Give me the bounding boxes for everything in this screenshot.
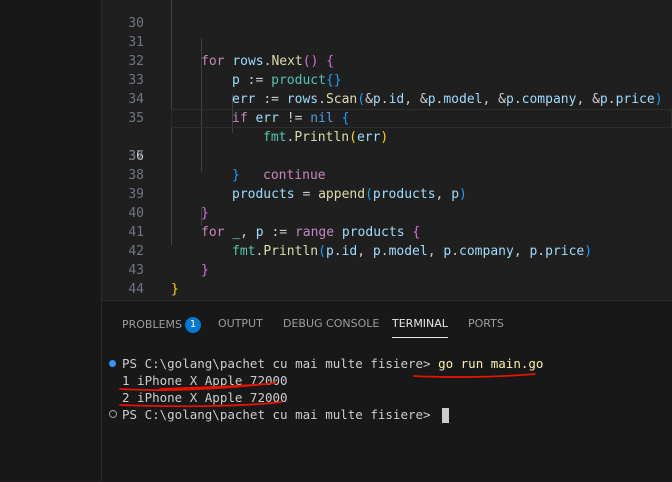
line-number: 44 — [128, 282, 144, 297]
tab-ports[interactable]: PORTS — [468, 317, 504, 330]
terminal-prompt: PS C:\golang\pachet cu mai multe fisiere… — [122, 356, 439, 371]
code-line: 40 for _, p := range products { — [102, 185, 672, 240]
code-line: 39 } — [102, 166, 672, 221]
bottom-panel: PROBLEMS 1 OUTPUT DEBUG CONSOLE TERMINAL … — [102, 300, 672, 482]
terminal-output-line: 1 iPhone X Apple 72000 — [122, 373, 288, 388]
panel-tabs: PROBLEMS 1 OUTPUT DEBUG CONSOLE TERMINAL … — [102, 301, 672, 345]
code-line: 33 err := rows.Scan(&p.id, &p.model, &p.… — [102, 52, 672, 107]
code-line: 41 fmt.Println(p.id, p.model, p.company,… — [102, 204, 672, 259]
terminal-command: go run main.go — [438, 356, 544, 371]
code-line: 31 for rows.Next() { — [102, 14, 672, 69]
current-line-highlight — [171, 109, 672, 128]
tab-output[interactable]: OUTPUT — [218, 317, 263, 330]
code-line: 32 p := product{} — [102, 33, 672, 88]
terminal-output-line: 2 iPhone X Apple 72000 — [122, 390, 288, 405]
terminal-line: PS C:\golang\pachet cu mai multe fisiere… — [122, 406, 450, 423]
sidebar — [0, 0, 102, 481]
code-text: } — [171, 282, 179, 297]
code-line: 30 — [102, 0, 672, 31]
problems-count-badge: 1 — [185, 317, 202, 333]
code-line: 34 if err != nil { — [102, 71, 672, 126]
tab-terminal[interactable]: TERMINAL — [392, 317, 448, 338]
terminal-prompt: PS C:\golang\pachet cu mai multe fisiere… — [122, 407, 439, 422]
command-pending-icon[interactable] — [109, 410, 117, 418]
code-line: 43 } — [102, 242, 672, 297]
tab-problems[interactable]: PROBLEMS 1 — [122, 317, 202, 333]
command-success-icon[interactable] — [109, 360, 116, 367]
code-line: 44 — [102, 261, 672, 297]
tab-debug-console[interactable]: DEBUG CONSOLE — [283, 317, 379, 330]
code-editor[interactable]: 30 31 for rows.Next() { 32 p := product{… — [102, 0, 672, 300]
terminal-cursor — [442, 408, 450, 423]
code-line: 38 products = append(products, p) — [102, 147, 672, 202]
terminal-line: PS C:\golang\pachet cu mai multe fisiere… — [122, 355, 543, 372]
tab-label: PROBLEMS — [122, 318, 183, 331]
code-line: 42 } — [102, 223, 672, 278]
code-line: 37 } — [102, 128, 672, 183]
code-line-current: 36 continue — [102, 109, 672, 183]
code-line: 35 fmt.Println(err) — [102, 90, 672, 145]
